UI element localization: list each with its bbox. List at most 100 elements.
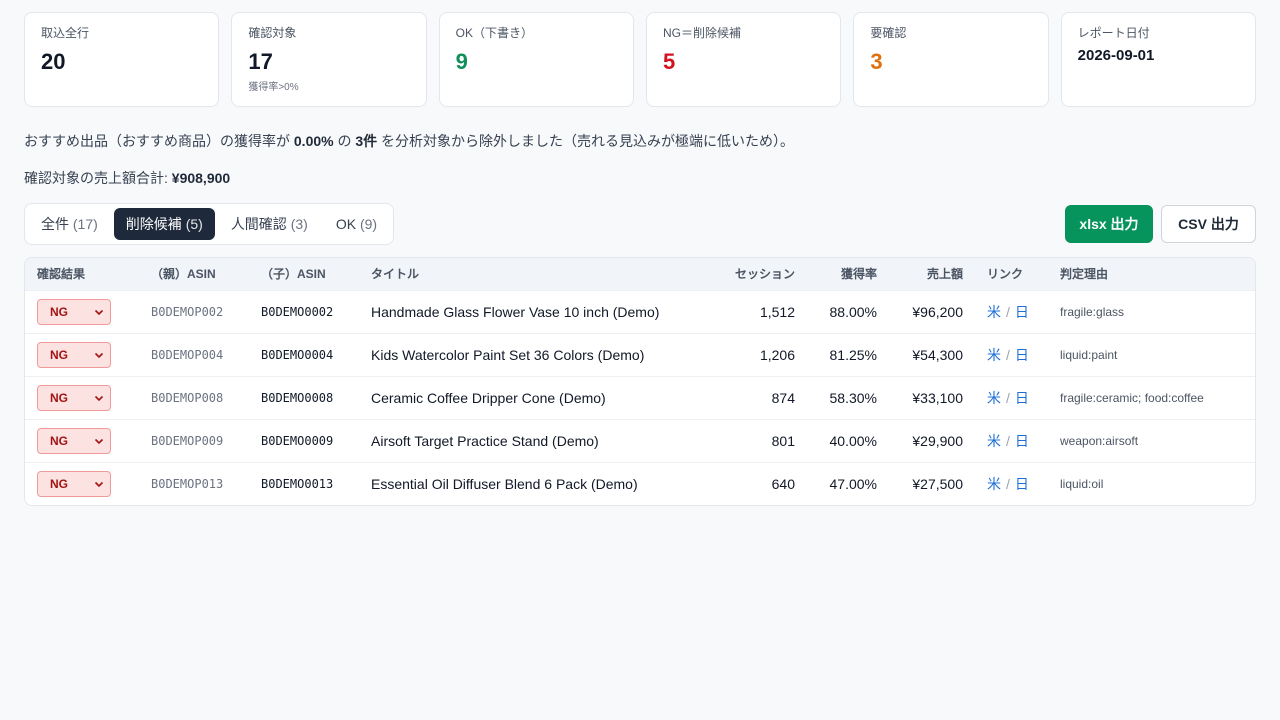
link-jp[interactable]: 日 [1015, 304, 1029, 320]
header-rate: 獲得率 [840, 267, 877, 282]
card-review: 要確認 3 [853, 12, 1049, 107]
judgement-reason: weapon:airsoft [1060, 433, 1139, 448]
result-value: NG [50, 476, 68, 491]
link-separator: / [1006, 432, 1010, 449]
tab-human-review[interactable]: 人間確認 (3) [219, 208, 320, 240]
sessions: 801 [771, 432, 795, 449]
links-cell: 米 / 日 [975, 376, 1048, 419]
link-jp[interactable]: 日 [1015, 347, 1029, 363]
result-select[interactable]: NG [37, 427, 111, 454]
link-jp[interactable]: 日 [1015, 390, 1029, 406]
child-asin: B0DEMO0013 [261, 476, 334, 491]
sessions: 1,512 [759, 303, 795, 320]
card-label: 確認対象 [248, 26, 297, 40]
tab-label: 削除候補 [125, 216, 182, 232]
card-total-rows: 取込全行 20 [24, 12, 220, 107]
tab-label: OK [335, 216, 357, 232]
link-us[interactable]: 米 [987, 304, 1001, 320]
sessions: 640 [771, 475, 795, 492]
chevron-down-icon [94, 481, 104, 487]
product-title: Kids Watercolor Paint Set 36 Colors (Dem… [371, 346, 645, 363]
tab-label: 人間確認 [230, 216, 287, 232]
product-title: Ceramic Coffee Dripper Cone (Demo) [371, 389, 606, 406]
parent-asin: B0DEMOP002 [151, 304, 224, 319]
judgement-reason: fragile:ceramic; food:coffee [1060, 390, 1204, 405]
result-cell: NG [25, 376, 139, 419]
links-cell: 米 / 日 [975, 333, 1048, 376]
conversion-rate: 40.00% [829, 432, 877, 449]
header-parent-asin: （親）ASIN [151, 267, 216, 282]
chevron-down-icon [94, 395, 104, 401]
summary-cards: 取込全行 20 確認対象 17 獲得率>0% OK（下書き） 9 NG＝削除候補… [24, 12, 1256, 107]
conversion-rate: 81.25% [829, 346, 877, 363]
card-value: 17 [248, 49, 273, 74]
results-table: 確認結果 （親）ASIN （子）ASIN タイトル セッション 獲得率 売上額 … [24, 257, 1256, 506]
child-asin: B0DEMO0009 [261, 433, 334, 448]
product-title: Handmade Glass Flower Vase 10 inch (Demo… [371, 303, 660, 320]
link-us[interactable]: 米 [987, 476, 1001, 492]
chevron-down-icon [94, 438, 104, 444]
sales-amount: ¥27,500 [912, 475, 963, 492]
result-select[interactable]: NG [37, 341, 111, 368]
link-jp[interactable]: 日 [1015, 476, 1029, 492]
card-ok: OK（下書き） 9 [438, 12, 634, 107]
result-select[interactable]: NG [37, 470, 111, 497]
link-separator: / [1006, 303, 1010, 320]
notice-prefix: おすすめ出品（おすすめ商品）の獲得率が [24, 133, 294, 149]
notice-count: 3件 [355, 133, 378, 149]
header-title: タイトル [371, 267, 420, 282]
link-jp[interactable]: 日 [1015, 433, 1029, 449]
judgement-reason: liquid:paint [1060, 347, 1118, 362]
result-cell: NG [25, 333, 139, 376]
conversion-rate: 88.00% [829, 303, 877, 320]
result-value: NG [50, 304, 68, 319]
card-value: 2026-09-01 [1077, 47, 1155, 64]
xlsx-export-button[interactable]: xlsx 出力 [1065, 205, 1153, 243]
notice-rate: 0.00% [293, 133, 334, 149]
product-title: Essential Oil Diffuser Blend 6 Pack (Dem… [371, 475, 638, 492]
chevron-down-icon [94, 352, 104, 358]
exclusion-notice: おすすめ出品（おすすめ商品）の獲得率が 0.00% の 3件 を分析対象から除外… [24, 132, 794, 150]
links-cell: 米 / 日 [975, 290, 1048, 333]
link-us[interactable]: 米 [987, 390, 1001, 406]
result-select[interactable]: NG [37, 384, 111, 411]
link-us[interactable]: 米 [987, 433, 1001, 449]
result-value: NG [50, 390, 68, 405]
sales-total-value: ¥908,900 [171, 170, 231, 186]
tab-all[interactable]: 全件 (17) [29, 208, 110, 240]
table-row: NG B0DEMOP013 B0DEMO0013 Essential Oil Diff… [25, 462, 1255, 505]
parent-asin: B0DEMOP013 [151, 476, 224, 491]
tab-delete-candidates[interactable]: 削除候補 (5) [113, 208, 215, 240]
table-header: 確認結果 （親）ASIN （子）ASIN タイトル セッション 獲得率 売上額 … [25, 258, 1255, 290]
result-value: NG [50, 433, 68, 448]
header-sessions: セッション [734, 267, 795, 282]
parent-asin: B0DEMOP008 [151, 390, 224, 405]
table-row: NG B0DEMOP008 B0DEMO0008 Ceramic Coffee Dri… [25, 376, 1255, 419]
card-label: レポート日付 [1077, 26, 1150, 40]
notice-mid: の [333, 133, 356, 149]
card-ng: NG＝削除候補 5 [645, 12, 842, 107]
conversion-rate: 58.30% [829, 389, 877, 406]
link-us[interactable]: 米 [987, 347, 1001, 363]
card-value: 20 [41, 49, 66, 74]
table-row: NG B0DEMOP002 B0DEMO0002 Handmade Glass Flo… [25, 290, 1255, 333]
parent-asin: B0DEMOP009 [151, 433, 224, 448]
tab-label: 全件 [41, 216, 69, 232]
tab-count: (3) [290, 216, 308, 232]
card-report-date: レポート日付 2026-09-01 [1060, 12, 1256, 107]
chevron-down-icon [94, 309, 104, 315]
card-label: NG＝削除候補 [662, 26, 741, 40]
result-select[interactable]: NG [37, 298, 111, 325]
header-links: リンク [987, 267, 1024, 282]
table-row: NG B0DEMOP004 B0DEMO0004 Kids Watercolor Pa… [25, 333, 1255, 376]
card-label: 要確認 [870, 26, 907, 40]
card-label: 取込全行 [41, 26, 90, 40]
links-cell: 米 / 日 [975, 419, 1048, 462]
conversion-rate: 47.00% [829, 475, 877, 492]
csv-export-button[interactable]: CSV 出力 [1161, 205, 1256, 243]
link-separator: / [1006, 475, 1010, 492]
header-reason: 判定理由 [1060, 267, 1109, 282]
sessions: 874 [771, 389, 795, 406]
parent-asin: B0DEMOP004 [151, 347, 224, 362]
tab-ok[interactable]: OK (9) [324, 208, 389, 240]
